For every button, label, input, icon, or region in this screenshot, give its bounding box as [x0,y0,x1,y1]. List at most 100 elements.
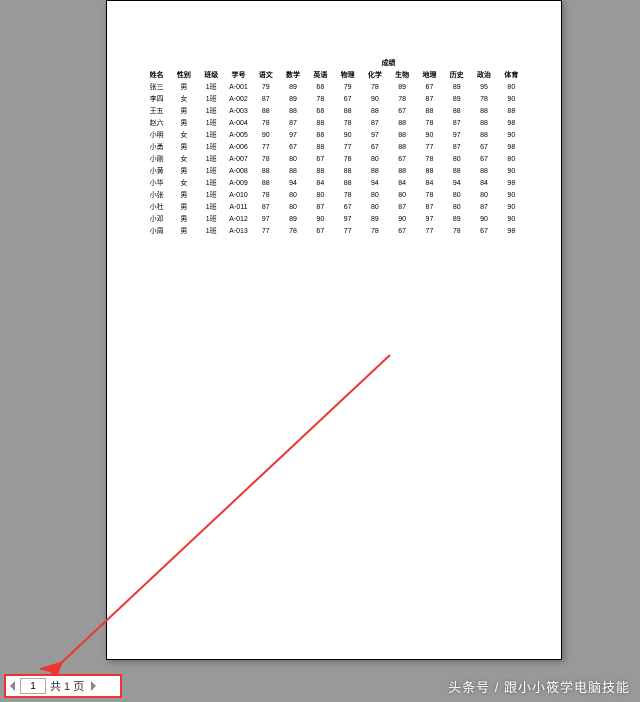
table-cell: 68 [307,81,334,93]
table-cell: 小邓 [143,213,170,225]
table-cell: 90 [498,189,525,201]
table-cell: 67 [389,105,416,117]
table-cell: 1班 [198,165,225,177]
table-cell: 88 [443,105,470,117]
table-cell: 89 [279,81,306,93]
table-cell: 李四 [143,93,170,105]
pager-prev-button[interactable] [8,678,18,694]
table-cell: 90 [252,129,279,141]
table-cell: 1班 [198,105,225,117]
table-cell: 80 [279,201,306,213]
table-cell: 1班 [198,201,225,213]
table-row: 赵六男1班A-00478878878878878878898 [143,117,525,129]
table-cell: 张三 [143,81,170,93]
chevron-right-icon [90,681,96,691]
table-cell: 80 [307,189,334,201]
table-cell: A-005 [225,129,252,141]
table-cell: 78 [361,225,388,237]
table-cell: 67 [307,153,334,165]
table-cell: 97 [279,129,306,141]
table-cell: 78 [470,93,497,105]
table-cell: 小勇 [143,141,170,153]
column-header: 体育 [498,69,525,81]
table-cell: 88 [470,129,497,141]
table-cell: 王五 [143,105,170,117]
table-cell: 88 [470,105,497,117]
table-cell: A-006 [225,141,252,153]
table-cell: 88 [389,117,416,129]
table-cell: 88 [307,129,334,141]
table-cell: 87 [279,117,306,129]
table-cell: 90 [334,129,361,141]
table-cell: 小张 [143,189,170,201]
table-row: 小黄男1班A-00888888888888888888890 [143,165,525,177]
merged-header-score: 成绩 [361,57,416,69]
table-cell: A-004 [225,117,252,129]
table-cell: A-013 [225,225,252,237]
table-cell: 90 [498,165,525,177]
table-cell: 77 [416,225,443,237]
table-cell: A-009 [225,177,252,189]
table-cell: 78 [279,225,306,237]
table-cell: 98 [498,225,525,237]
table-row: 小张男1班A-01078808078808078808090 [143,189,525,201]
table-cell: 89 [443,213,470,225]
table-cell: 67 [416,81,443,93]
table-cell: 小黄 [143,165,170,177]
table-row: 小勇男1班A-00677678877678877876798 [143,141,525,153]
pager-page-input[interactable] [20,678,46,694]
table-cell: 67 [470,225,497,237]
column-header: 性别 [170,69,197,81]
table-cell: 1班 [198,225,225,237]
table-cell: 88 [389,141,416,153]
table-cell: 78 [307,93,334,105]
table-row: 小明女1班A-00590978890978890978890 [143,129,525,141]
table-cell: A-003 [225,105,252,117]
table-cell: 赵六 [143,117,170,129]
table-cell: 78 [252,189,279,201]
table-cell: 67 [307,225,334,237]
table-cell: 87 [443,141,470,153]
table-cell: 98 [498,177,525,189]
table-cell: 67 [334,201,361,213]
table-cell: 87 [252,201,279,213]
table-cell: 女 [170,129,197,141]
table-cell: 男 [170,81,197,93]
table-cell: 98 [498,117,525,129]
table-cell: 98 [498,141,525,153]
column-header: 政治 [470,69,497,81]
table-cell: 88 [470,117,497,129]
table-cell: 79 [334,81,361,93]
table-cell: 89 [389,81,416,93]
table-row: 小周男1班A-01377786777786777786798 [143,225,525,237]
table-cell: 78 [416,153,443,165]
table-cell: A-010 [225,189,252,201]
table-cell: 小华 [143,177,170,189]
column-header: 生物 [389,69,416,81]
pager-next-button[interactable] [88,678,98,694]
table-cell: 88 [252,105,279,117]
table-cell: 79 [252,81,279,93]
table-cell: 88 [389,165,416,177]
column-header: 语文 [252,69,279,81]
table-cell: 90 [307,213,334,225]
table-cell: 80 [498,153,525,165]
column-header: 姓名 [143,69,170,81]
table-cell: 1班 [198,81,225,93]
column-header: 化学 [361,69,388,81]
table-cell: 88 [279,165,306,177]
table-cell: 97 [443,129,470,141]
table-cell: 84 [416,177,443,189]
table-cell: 80 [361,189,388,201]
table-cell: 89 [443,81,470,93]
table-cell: 87 [252,93,279,105]
page-content: 成绩 姓名性别班级学号语文数学英语物理化学生物地理历史政治体育 张三男1班A-0… [107,1,561,273]
table-cell: 89 [443,93,470,105]
table-cell: 77 [252,141,279,153]
table-cell: 89 [279,213,306,225]
table-cell: 80 [361,153,388,165]
table-cell: 88 [443,165,470,177]
table-cell: 88 [334,177,361,189]
table-cell: 78 [416,189,443,201]
table-cell: 90 [498,201,525,213]
